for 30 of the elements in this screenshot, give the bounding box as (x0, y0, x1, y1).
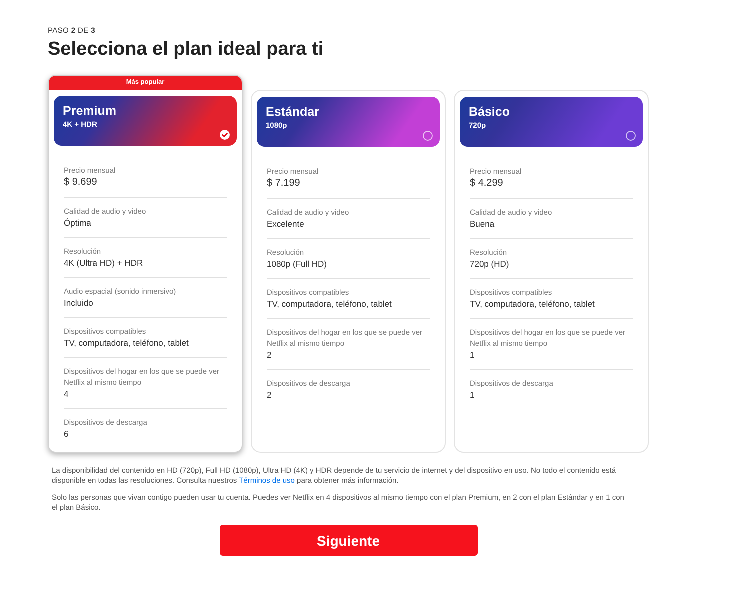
plan-name: Básico (469, 105, 511, 120)
feature-value: 2 (267, 389, 273, 401)
feature-value: TV, computadora, teléfono, tablet (470, 298, 596, 310)
feature-value: Buena (470, 218, 496, 230)
feature-value: TV, computadora, teléfono, tablet (64, 337, 190, 349)
next-button[interactable]: Siguiente (220, 525, 478, 556)
feature-value: 1 (470, 349, 476, 361)
check-circle-icon[interactable] (220, 130, 230, 140)
feature-value: 720p (HD) (470, 258, 510, 270)
feature-value: 1080p (Full HD) (267, 258, 328, 270)
feature-value: 6 (64, 428, 70, 440)
plan-card[interactable] (48, 75, 243, 453)
feature-value: 4K (Ultra HD) + HDR (64, 257, 144, 269)
plan-name: Premium (63, 104, 118, 119)
price-value: $ 4.299 (470, 177, 504, 190)
plan-name: Estándar (266, 105, 320, 120)
feature-value: 4 (64, 388, 70, 400)
feature-value: Óptima (64, 217, 92, 229)
radio-circle-icon[interactable] (626, 131, 636, 141)
price-value: $ 9.699 (64, 176, 98, 189)
feature-value: TV, computadora, teléfono, tablet (267, 298, 393, 310)
feature-value: 1 (470, 389, 476, 401)
price-value: $ 7.199 (267, 177, 302, 190)
feature-value: Excelente (267, 218, 306, 230)
plan-card[interactable] (251, 90, 446, 453)
page-title: Selecciona el plan ideal para ti (48, 38, 325, 62)
plan-card[interactable] (454, 90, 649, 453)
feature-value: 2 (267, 349, 273, 361)
radio-circle-icon[interactable] (423, 131, 433, 141)
feature-value: Incluido (64, 297, 94, 309)
